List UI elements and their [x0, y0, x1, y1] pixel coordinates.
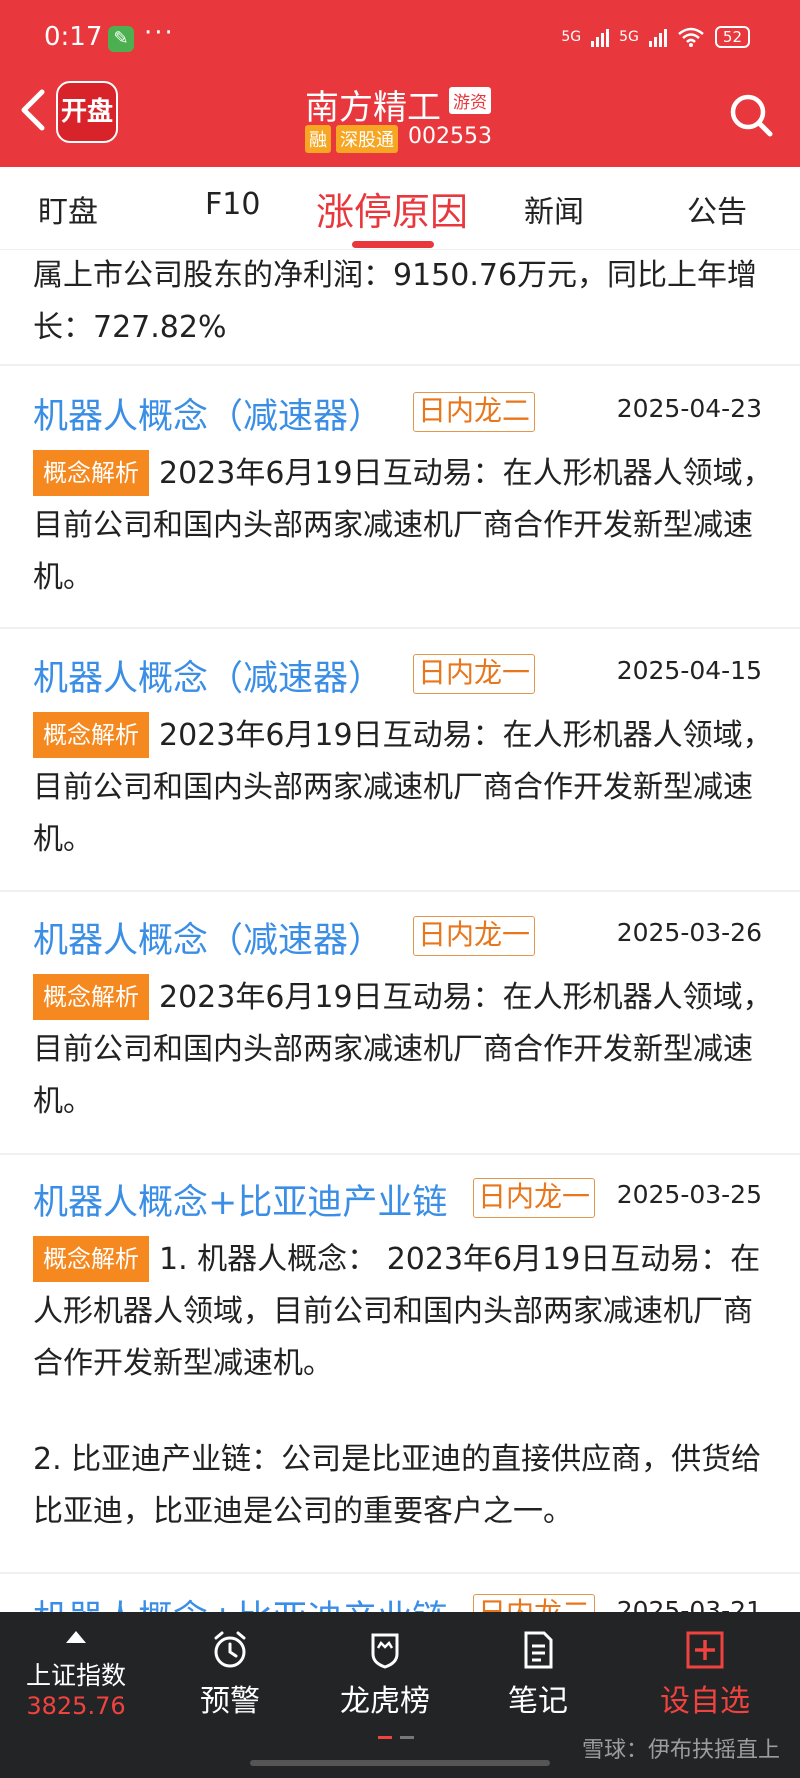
status-indicators: 5G 5G 52 [561, 26, 750, 48]
nav-notes[interactable]: 笔记 [498, 1630, 578, 1720]
tab-announcements[interactable]: 公告 [687, 187, 747, 231]
entry-analysis: 概念解析 1. 机器人概念： 2023年6月19日互动易：在人形机器人领域，目前公… [33, 1234, 778, 1390]
signal-icon-2 [648, 27, 667, 47]
battery-icon: 52 [714, 26, 750, 48]
tab-limit-up-reason[interactable]: 涨停原因 [316, 181, 468, 236]
top-bar: 0:17 ✎ ··· 5G 5G 52 开盘 南方精工 游资 融 深股通 002… [0, 0, 800, 167]
divider [0, 890, 800, 892]
notes-icon [524, 1631, 553, 1669]
tab-f10[interactable]: F10 [205, 187, 260, 222]
dragon-rank-badge: 日内龙一 [413, 916, 536, 956]
nav-index[interactable]: 上证指数 3825.76 [24, 1630, 128, 1720]
page-indicator [378, 1736, 414, 1739]
home-gesture-bar[interactable] [250, 1760, 550, 1766]
status-time: 0:17 [44, 22, 103, 52]
nav-add-watchlist[interactable]: 设自选 [650, 1630, 760, 1720]
index-name: 上证指数 [25, 1661, 126, 1690]
back-arrow-icon[interactable] [18, 88, 48, 132]
active-tab-indicator [352, 241, 434, 248]
concept-title[interactable]: 机器人概念（减速器） [33, 912, 383, 963]
nav-add-watchlist-label: 设自选 [660, 1684, 750, 1719]
network-5g-label-2: 5G [619, 29, 639, 45]
nav-notes-label: 笔记 [508, 1684, 568, 1719]
alarm-clock-icon [214, 1631, 246, 1668]
entry-date: 2025-03-21 [616, 1596, 762, 1612]
limit-up-reason-list[interactable]: 属上市公司股东的净利润：9150.76万元，同比上年增长：727.82% 机器人… [0, 250, 800, 1612]
shield-crown-icon [371, 1633, 399, 1669]
concept-title[interactable]: 机器人概念+比亚迪产业链 [33, 1590, 447, 1612]
dragon-rank-badge: 日内龙二 [473, 1594, 596, 1612]
entry-analysis: 概念解析 2023年6月19日互动易：在人形机器人领域，目前公司和国内头部两家减速… [33, 448, 778, 604]
tab-bar: 盯盘 F10 涨停原因 新闻 公告 [0, 167, 800, 250]
divider [0, 1153, 800, 1155]
previous-entry-text: 属上市公司股东的净利润：9150.76万元，同比上年增长：727.82% [33, 258, 758, 345]
entry-date: 2025-03-25 [616, 1180, 762, 1209]
concept-title[interactable]: 机器人概念（减速器） [33, 388, 383, 439]
entry-analysis: 概念解析 2023年6月19日互动易：在人形机器人领域，目前公司和国内头部两家减速… [33, 972, 778, 1128]
entry-date: 2025-03-26 [616, 918, 762, 947]
index-value: 3825.76 [26, 1692, 126, 1720]
nav-dragon-tiger[interactable]: 龙虎榜 [330, 1630, 440, 1720]
divider [0, 627, 800, 629]
divider [0, 364, 800, 366]
divider [0, 1572, 800, 1574]
search-icon[interactable] [728, 92, 774, 138]
entry-date: 2025-04-23 [616, 394, 762, 423]
entry-analysis: 概念解析 2023年6月19日互动易：在人形机器人领域，目前公司和国内头部两家减速… [33, 710, 778, 866]
wifi-icon [678, 27, 704, 47]
stock-name: 南方精工 [305, 88, 441, 128]
analysis-tag: 概念解析 [33, 712, 149, 758]
dragon-rank-badge: 日内龙二 [413, 392, 536, 432]
network-5g-label-1: 5G [561, 29, 582, 45]
shenzhen-connect-tag: 深股通 [336, 125, 398, 153]
add-square-icon [686, 1631, 724, 1669]
nav-alert[interactable]: 预警 [190, 1630, 270, 1720]
tab-news[interactable]: 新闻 [524, 187, 584, 231]
concept-title[interactable]: 机器人概念（减速器） [33, 650, 383, 701]
entry-date: 2025-04-15 [616, 656, 762, 685]
analysis-tag: 概念解析 [33, 974, 149, 1020]
app-logo[interactable]: 开盘 [56, 81, 118, 143]
nav-dragon-tiger-label: 龙虎榜 [340, 1684, 430, 1719]
margin-tag: 融 [305, 125, 331, 153]
app-notification-icon: ✎ [108, 26, 134, 52]
watermark-text: 雪球：伊布扶摇直上 [581, 1738, 780, 1763]
nav-alert-label: 预警 [200, 1684, 260, 1719]
dragon-rank-badge: 日内龙一 [473, 1178, 596, 1218]
signal-icon-1 [591, 27, 610, 47]
dragon-rank-badge: 日内龙一 [413, 654, 536, 694]
visitor-badge: 游资 [449, 87, 491, 114]
concept-title[interactable]: 机器人概念+比亚迪产业链 [33, 1174, 447, 1225]
more-notifications-icon: ··· [144, 18, 175, 48]
analysis-tag: 概念解析 [33, 1236, 149, 1282]
bottom-nav: 上证指数 3825.76 预警 龙虎榜 笔记 设自选 雪球：伊布扶摇直上 [0, 1612, 800, 1778]
stock-code: 002553 [408, 124, 492, 149]
tab-watch[interactable]: 盯盘 [38, 187, 98, 231]
collapse-up-icon [66, 1631, 86, 1643]
analysis-tag: 概念解析 [33, 450, 149, 496]
analysis-text-part-2: 2. 比亚迪产业链：公司是比亚迪的直接供应商，供货给比亚迪，比亚迪是公司的重要客… [33, 1442, 762, 1529]
